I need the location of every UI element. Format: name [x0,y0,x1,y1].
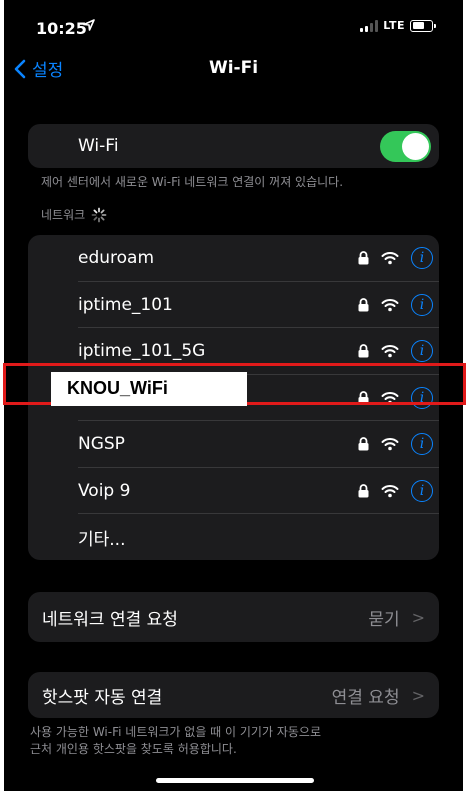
ask-to-join-group: 네트워크 연결 요청 묻기 > [28,592,439,642]
lock-icon [358,251,369,265]
wifi-caption: 제어 센터에서 새로운 Wi-Fi 네트워크 연결이 꺼져 있습니다. [41,175,344,189]
auto-hotspot-value: 연결 요청 > [332,672,425,718]
ask-to-join-row[interactable]: 네트워크 연결 요청 묻기 > [28,592,439,642]
wifi-toggle-row: Wi-Fi [28,124,439,168]
carrier-label: LTE [383,19,405,32]
network-icons: i [358,235,433,282]
network-name: NGSP [78,434,125,455]
battery-icon [410,19,436,32]
network-icons: i [358,421,433,468]
network-row[interactable]: eduroam i [28,235,439,282]
wifi-toggle-switch[interactable] [380,131,431,162]
auto-hotspot-label: 핫스팟 자동 연결 [42,687,163,708]
network-row[interactable]: NGSP i [28,421,439,468]
auto-hotspot-row[interactable]: 핫스팟 자동 연결 연결 요청 > [28,672,439,718]
network-name: iptime_101_5G [78,341,206,362]
highlight-label: KNOU_WiFi [67,378,168,398]
network-name: Voip 9 [78,480,131,501]
hotspot-caption-line1: 사용 가능한 Wi-Fi 네트워크가 없을 때 이 기기가 자동으로 [30,725,321,739]
lock-icon [358,437,369,451]
hotspot-caption-line2: 근처 개인용 핫스팟을 찾도록 허용합니다. [30,742,237,756]
ask-to-join-value: 묻기 > [368,592,425,642]
info-icon[interactable]: i [411,340,433,363]
ask-to-join-label: 네트워크 연결 요청 [42,609,178,630]
other-network-label: 기타... [78,529,126,550]
network-row[interactable]: iptime_101 i [28,282,439,329]
lock-icon [358,344,369,358]
status-time: 10:25 [36,19,87,38]
network-icons: i [358,282,433,329]
auto-hotspot-value-text: 연결 요청 [331,687,400,708]
lock-icon [358,483,369,498]
networks-header: 네트워크 [41,206,107,223]
status-right: LTE [360,19,436,32]
network-row[interactable]: Voip 9 i [28,468,439,515]
chevron-right-icon: > [411,685,425,705]
lock-icon [358,297,369,312]
cellular-signal-icon [360,19,379,32]
wifi-signal-icon [381,484,399,498]
networks-header-label: 네트워크 [41,208,86,222]
wifi-toggle-label: Wi-Fi [78,136,119,156]
status-bar: 10:25 LTE [4,0,463,52]
network-name: iptime_101 [78,294,173,315]
hotspot-caption: 사용 가능한 Wi-Fi 네트워크가 없을 때 이 기기가 자동으로 근처 개인… [30,724,321,758]
info-icon[interactable]: i [411,293,433,316]
location-arrow-icon [83,19,95,35]
highlight-label-box: KNOU_WiFi [51,372,247,406]
loading-spinner-icon [91,207,107,222]
page-title: Wi-Fi [208,58,259,78]
wifi-signal-icon [381,298,399,312]
navigation-bar: 설정 Wi-Fi [4,54,463,88]
info-icon[interactable]: i [411,247,433,270]
info-icon[interactable]: i [411,479,433,502]
wifi-signal-icon [381,252,399,265]
other-network-row[interactable]: 기타... [28,514,439,560]
wifi-signal-icon [381,345,399,358]
network-name: eduroam [78,248,155,269]
info-icon[interactable]: i [411,433,433,456]
wifi-toggle-group: Wi-Fi [28,124,439,168]
home-indicator [156,778,314,783]
toggle-knob [402,133,429,160]
chevron-right-icon: > [411,607,425,627]
wifi-signal-icon [381,438,399,451]
ask-to-join-value-text: 묻기 [368,609,400,630]
network-icons: i [358,468,433,515]
auto-hotspot-group: 핫스팟 자동 연결 연결 요청 > [28,672,439,718]
